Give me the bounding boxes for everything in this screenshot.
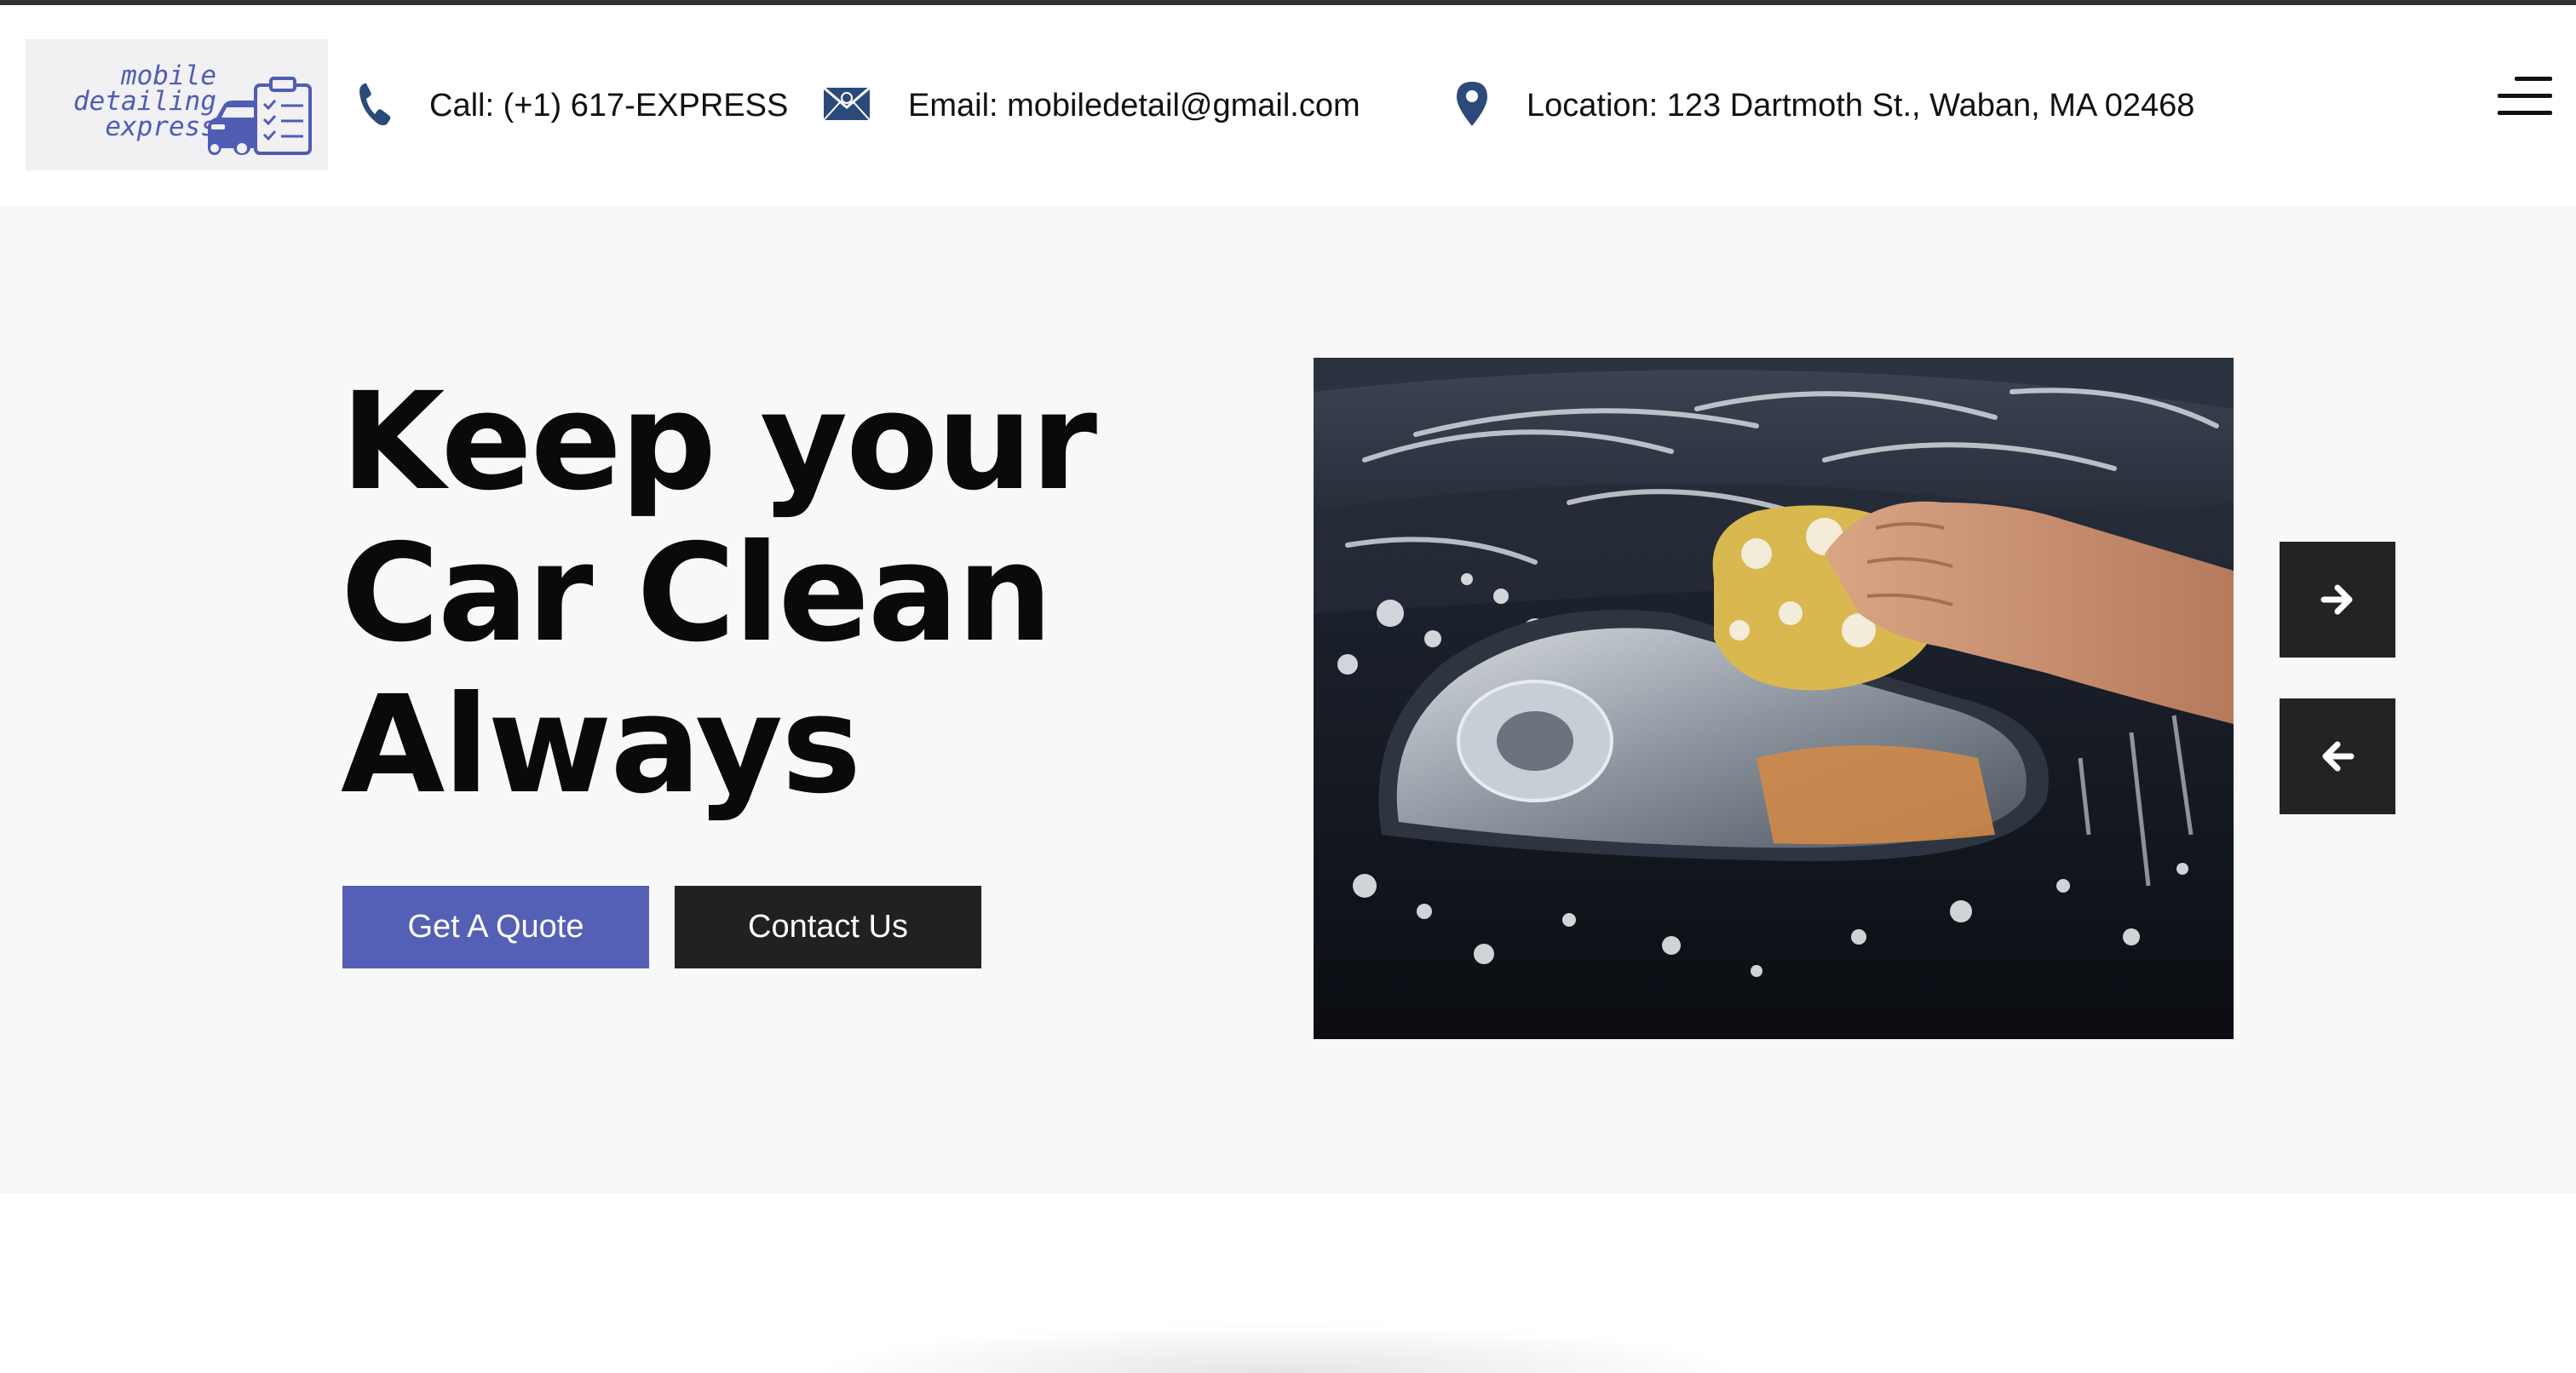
get-a-quote-button[interactable]: Get A Quote — [342, 886, 649, 968]
phone-label: Call: (+1) 617-EXPRESS — [429, 87, 789, 124]
logo-line-detailing: detailing — [73, 86, 216, 117]
logo-line-express: express — [105, 112, 216, 142]
logo-text: mobile detailing express — [37, 60, 216, 142]
headline-line-3: Always — [341, 667, 861, 824]
contact-email[interactable]: Email: mobiledetail@gmail.com — [823, 72, 1360, 140]
hamburger-menu-icon[interactable] — [2498, 77, 2552, 116]
phone-icon — [358, 80, 392, 132]
carousel-next-button[interactable] — [2280, 542, 2395, 658]
logo-line-mobile: mobile — [121, 60, 216, 91]
section-shadow — [809, 1322, 1746, 1373]
contact-us-button[interactable]: Contact Us — [675, 886, 981, 968]
headline-line-2: Car Clean — [341, 515, 1053, 672]
arrow-right-icon — [2320, 584, 2353, 615]
car-headlight-washing-photo — [1314, 358, 2234, 1039]
arrow-left-icon — [2322, 741, 2355, 772]
contact-location[interactable]: Location: 123 Dartmoth St., Waban, MA 02… — [1455, 72, 2194, 140]
map-pin-icon — [1455, 80, 1489, 132]
location-label: Location: 123 Dartmoth St., Waban, MA 02… — [1527, 87, 2195, 124]
carousel-prev-button[interactable] — [2280, 698, 2395, 814]
headline-line-1: Keep your — [341, 364, 1097, 520]
email-label: Email: mobiledetail@gmail.com — [908, 87, 1360, 124]
contact-phone[interactable]: Call: (+1) 617-EXPRESS — [358, 72, 788, 140]
site-header: mobile detailing express Call: (+1) 617-… — [0, 5, 2576, 205]
hero-headline: Keep your Car Clean Always — [341, 366, 1107, 821]
logo[interactable]: mobile detailing express — [26, 39, 328, 170]
car-clipboard-icon — [208, 77, 312, 155]
envelope-icon — [823, 86, 871, 125]
